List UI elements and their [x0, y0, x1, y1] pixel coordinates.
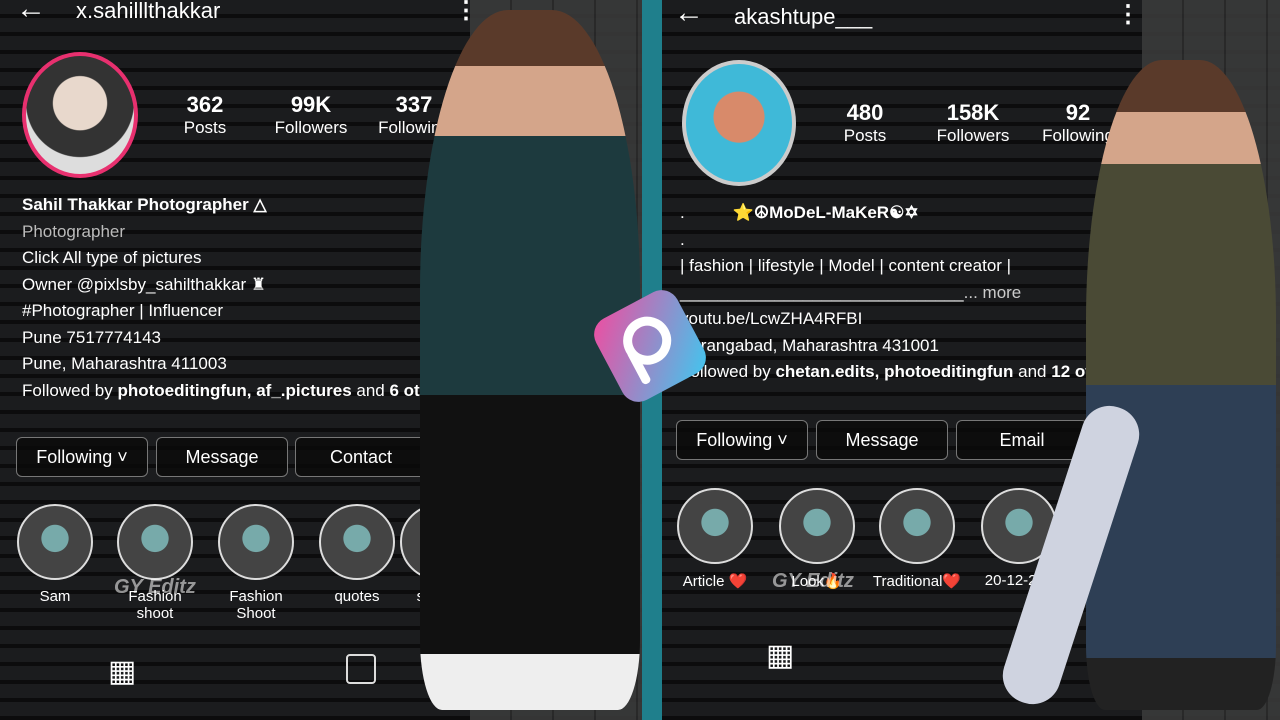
model-photo	[1086, 60, 1276, 710]
bio-title: ⭐☮MoDeL-MaKeR☯✡	[732, 203, 919, 222]
right-profile-panel: ← akashtupe___ ⋮ 480 Posts 158K Followers …	[662, 0, 1280, 720]
bio-tags: | fashion | lifestyle | Model | content …	[680, 256, 1012, 275]
username: x.sahilllthakkar	[76, 0, 221, 23]
bio-line: Click All type of pictures	[22, 248, 202, 267]
tagged-icon[interactable]	[346, 654, 376, 684]
stat-followers[interactable]: 158K Followers	[928, 100, 1018, 146]
bio-link[interactable]: youtu.be/LcwZHA4RFBI	[680, 306, 1127, 333]
bio-line: Owner @pixlsby_sahilthakkar ♜	[22, 274, 267, 294]
more-options-icon[interactable]: ⋮	[1116, 0, 1140, 29]
following-button[interactable]: Following ˅	[676, 420, 808, 460]
bio-line: Pune, Maharashtra 411003	[22, 354, 227, 373]
message-button[interactable]: Message	[156, 437, 288, 477]
highlight[interactable]: Fashion shoot	[110, 504, 200, 622]
watermark: GY Editz	[772, 570, 854, 592]
bio: . ⭐☮MoDeL-MaKeR☯✡ . | fashion | lifestyle…	[680, 200, 1127, 386]
grid-icon[interactable]: ▦	[766, 638, 794, 673]
message-button[interactable]: Message	[816, 420, 948, 460]
bio-line: #Photographer | Influencer	[22, 301, 223, 320]
highlight[interactable]: Article ❤️	[670, 488, 760, 590]
email-button[interactable]: Email	[956, 420, 1088, 460]
back-arrow-icon[interactable]: ←	[16, 0, 46, 26]
followed-by[interactable]: Followed by photoeditingfun, af_.picture…	[22, 378, 456, 405]
stat-followers[interactable]: 99K Followers	[266, 92, 356, 138]
display-name: Sahil Thakkar Photographer △	[22, 195, 267, 214]
watermark: GY Editz	[114, 576, 196, 598]
stat-posts[interactable]: 480 Posts	[830, 100, 900, 146]
highlight[interactable]: Sam	[10, 504, 100, 605]
highlight[interactable]: quotes	[312, 504, 402, 605]
category: Photographer	[22, 221, 126, 241]
contact-button[interactable]: Contact	[295, 437, 427, 477]
highlight[interactable]: Fashion Shoot	[211, 504, 301, 622]
more-options-icon[interactable]: ⋮	[454, 0, 478, 25]
bio-line: Pune 7517774143	[22, 327, 161, 347]
following-button[interactable]: Following ˅	[16, 437, 148, 477]
bio: Sahil Thakkar Photographer △ Photographe…	[22, 192, 456, 404]
highlight[interactable]: Traditional❤️	[872, 488, 962, 590]
location: Aurangabad, Maharashtra 431001	[680, 335, 939, 355]
left-profile-panel: ← x.sahilllthakkar ⋮ 362 Posts 99K Followe…	[0, 0, 642, 720]
username: akashtupe___	[734, 4, 873, 29]
grid-icon[interactable]: ▦	[108, 654, 136, 689]
back-arrow-icon[interactable]: ←	[674, 0, 704, 30]
more-link[interactable]: ... more	[964, 283, 1022, 302]
followed-by[interactable]: Followed by chetan.edits, photoeditingfu…	[680, 359, 1127, 386]
avatar[interactable]	[682, 60, 796, 186]
stat-posts[interactable]: 362 Posts	[170, 92, 240, 138]
avatar[interactable]	[22, 52, 138, 178]
